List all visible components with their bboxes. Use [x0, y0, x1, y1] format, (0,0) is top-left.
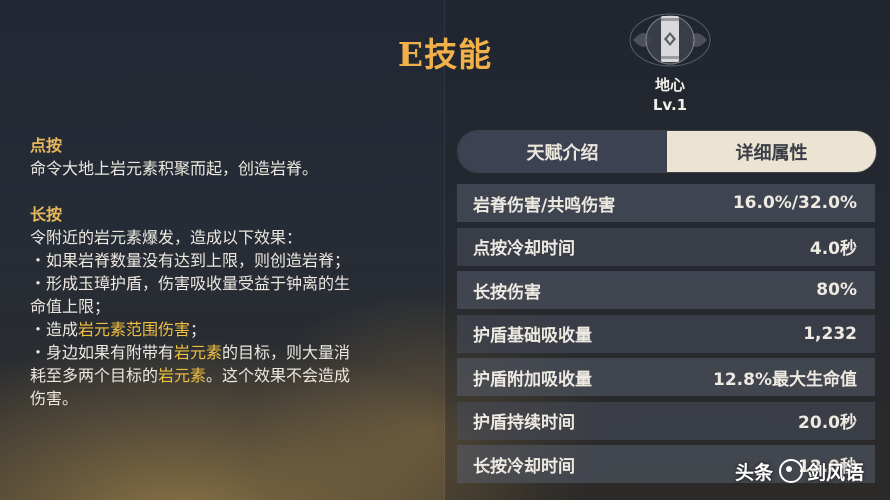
watermark-prefix: 头条 [735, 461, 774, 484]
hold-bullet-4-text-end: 的目标，则大量消 [222, 343, 351, 362]
hold-heading: 长按 [30, 205, 63, 224]
hold-bullet-4-line-1: ・身边如果有附带有岩元素的目标，则大量消 [30, 341, 430, 364]
attribute-label: 护盾基础吸收量 [473, 326, 592, 346]
tap-heading: 点按 [30, 136, 63, 155]
hold-bullet-3-end: ； [190, 320, 207, 339]
talent-name: 地心 [654, 76, 685, 94]
talent-tabs: 天赋介绍 详细属性 [457, 130, 877, 173]
hold-bullet-2-line-1: ・形成玉璋护盾，伤害吸收量受益于钟离的生 [30, 274, 351, 293]
attribute-row: 点按冷却时间 4.0秒 [457, 227, 875, 266]
attribute-value: 1,232 [803, 323, 857, 344]
hold-bullet-4-line-2-end: 。这个效果不会造成 [206, 366, 351, 385]
attribute-label: 护盾持续时间 [473, 413, 575, 433]
skill-description: 点按 命令大地上岩元素积聚而起，创造岩脊。 长按 令附近的岩元素爆发，造成以下效… [30, 134, 430, 410]
attribute-value: 16.0%/32.0% [732, 193, 857, 213]
watermark-author: 剑风语 [807, 461, 865, 484]
hold-bullet-4-line-2: 耗至多两个目标的岩元素。这个效果不会造成 [30, 364, 430, 387]
attribute-row: 护盾持续时间 20.0秒 [457, 401, 875, 440]
attribute-value: 20.0秒 [798, 413, 857, 433]
attribute-list: 岩脊伤害/共鸣伤害 16.0%/32.0% 点按冷却时间 4.0秒 长按伤害 80% … [457, 184, 875, 489]
attribute-row: 岩脊伤害/共鸣伤害 16.0%/32.0% [457, 184, 875, 222]
talent-level: Lv.1 [652, 96, 688, 114]
hold-bullet-2-line-2: 命值上限； [30, 297, 111, 316]
tab-talent-intro[interactable]: 天赋介绍 [458, 131, 667, 172]
hold-bullet-4-line-2-text: 耗至多两个目标的 [30, 366, 159, 385]
geo-element-highlight-2: 岩元素 [158, 366, 207, 385]
attribute-label: 长按伤害 [473, 282, 541, 303]
hold-bullet-3-text: ・造成 [30, 320, 79, 339]
hold-bullet-4-text: ・身边如果有附带有 [30, 343, 175, 362]
attribute-label: 点按冷却时间 [473, 239, 575, 259]
attribute-label: 护盾附加吸收量 [473, 369, 592, 390]
skill-title: E技能 [397, 35, 493, 74]
geo-element-highlight: 岩元素 [174, 343, 223, 362]
tab-detailed-attributes[interactable]: 详细属性 [667, 131, 876, 172]
tap-text: 命令大地上岩元素积聚而起，创造岩脊。 [30, 159, 319, 178]
attribute-value: 12.8%最大生命值 [713, 369, 857, 390]
hold-bullet-3: ・造成岩元素范围伤害； [30, 318, 430, 341]
hold-bullet-4-line-3: 伤害。 [30, 389, 79, 408]
attribute-label: 长按冷却时间 [473, 456, 575, 477]
attribute-value: 80% [816, 280, 857, 300]
talent-emblem-icon [625, 4, 715, 72]
at-icon [779, 459, 804, 483]
hold-intro: 令附近的岩元素爆发，造成以下效果： [30, 228, 303, 247]
attribute-value: 4.0秒 [809, 239, 857, 259]
attribute-row: 长按伤害 80% [457, 271, 875, 309]
attribute-row: 护盾附加吸收量 12.8%最大生命值 [457, 358, 875, 396]
hold-bullet-1: ・如果岩脊数量没有达到上限，则创造岩脊； [30, 251, 351, 270]
attribute-row: 护盾基础吸收量 1,232 [457, 314, 875, 353]
attribute-label: 岩脊伤害/共鸣伤害 [473, 195, 616, 216]
toutiao-watermark: 头条 @ 剑风语 [735, 456, 864, 486]
geo-aoe-damage-highlight: 岩元素范围伤害 [78, 320, 191, 339]
